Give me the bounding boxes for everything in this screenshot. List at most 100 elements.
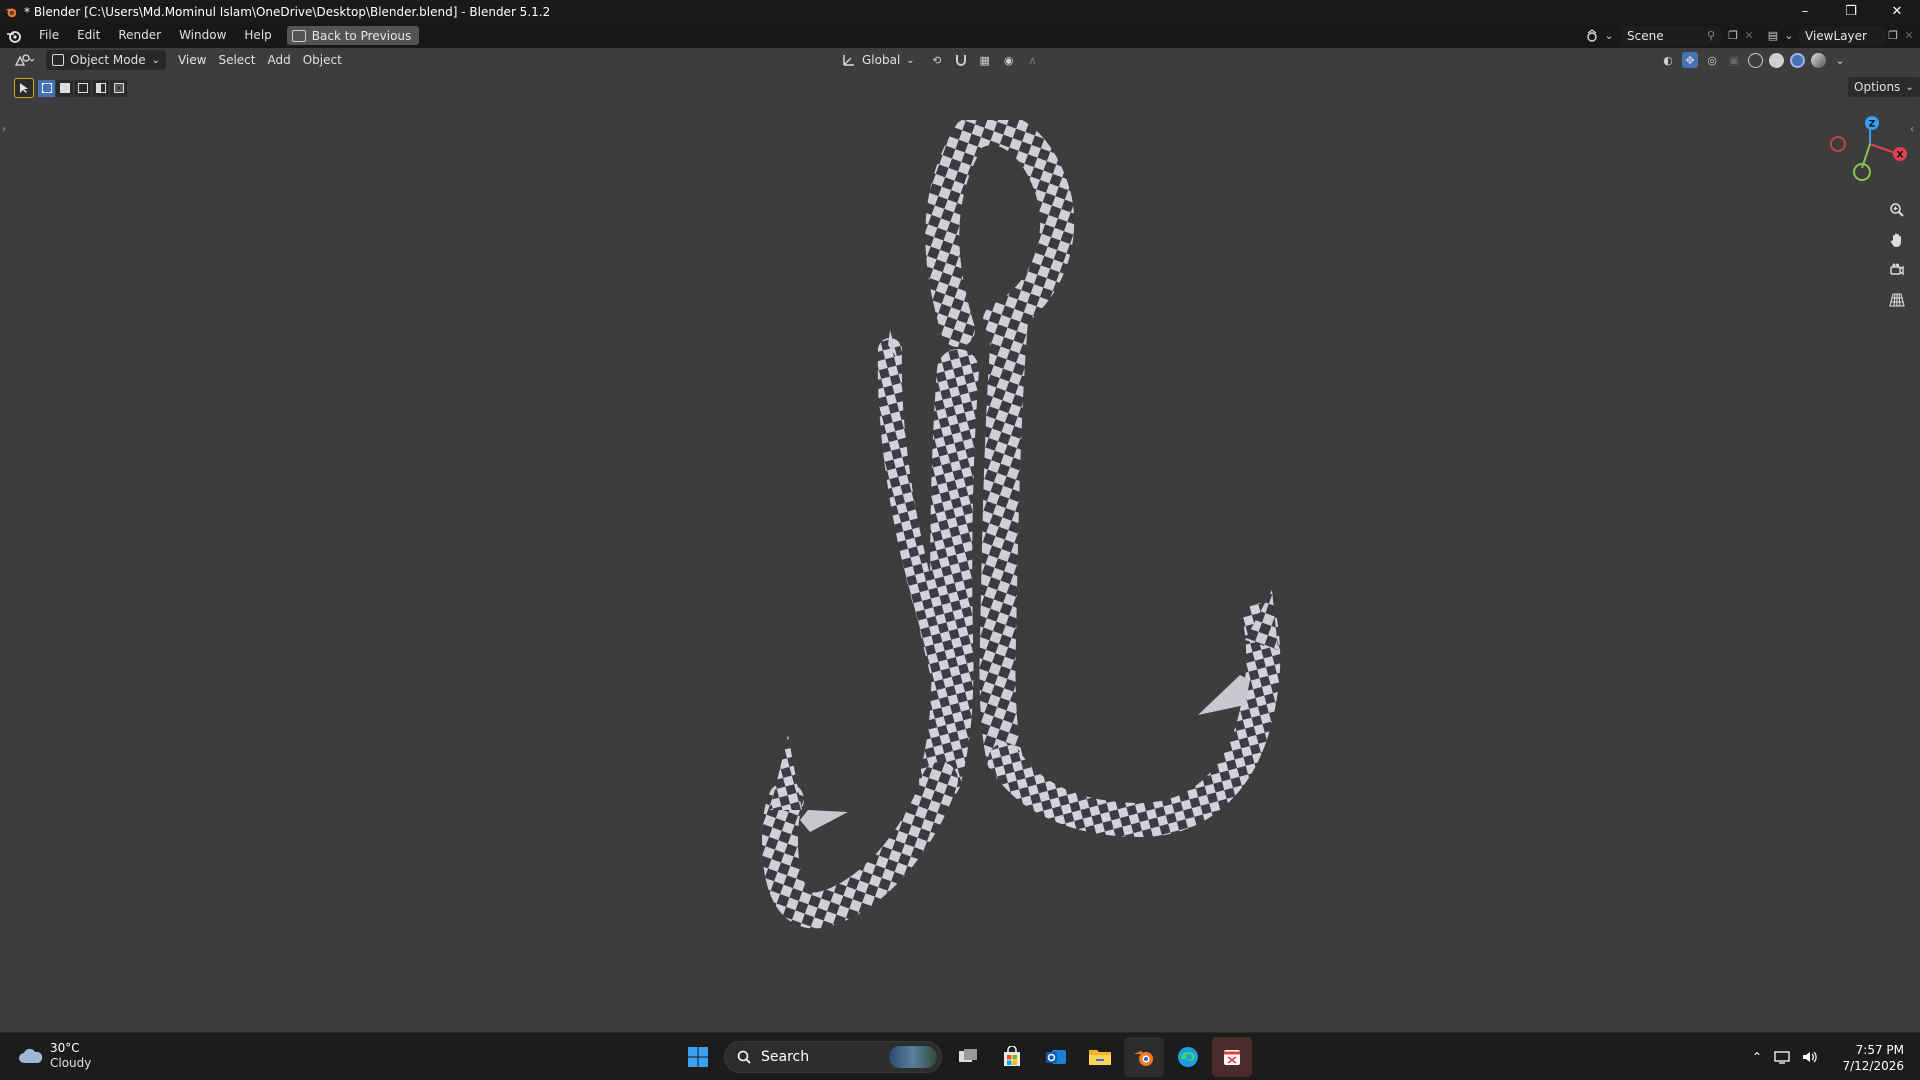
delete-scene-icon[interactable]: ✕ xyxy=(1741,28,1757,44)
menu-object[interactable]: Object xyxy=(297,50,348,70)
chevron-down-icon: ⌄ xyxy=(1905,81,1914,93)
top-menu-bar: File Edit Render Window Help Back to Pre… xyxy=(0,23,1920,48)
clock-date: 7/12/2026 xyxy=(1842,1059,1904,1073)
options-label: Options xyxy=(1854,80,1901,94)
select-mode-invert-icon[interactable] xyxy=(92,79,109,97)
blender-icon[interactable] xyxy=(1124,1037,1164,1077)
zoom-icon[interactable] xyxy=(1884,197,1910,223)
visibility-icon[interactable]: ◐ xyxy=(1660,52,1676,68)
menu-select[interactable]: Select xyxy=(212,50,261,70)
select-mode-set-icon[interactable] xyxy=(38,79,55,97)
menu-add[interactable]: Add xyxy=(262,50,297,70)
new-scene-icon[interactable]: ❐ xyxy=(1725,28,1741,44)
select-tool-icon[interactable] xyxy=(14,78,34,98)
back-to-previous-label: Back to Previous xyxy=(311,28,412,43)
delete-view-layer-icon[interactable]: ✕ xyxy=(1901,28,1917,44)
snipping-tool-icon[interactable] xyxy=(1212,1037,1252,1077)
minimize-button[interactable]: – xyxy=(1782,0,1828,23)
screen-back-icon xyxy=(291,29,306,42)
blender-menu-icon[interactable] xyxy=(6,28,22,44)
orientation-axes-icon xyxy=(843,55,854,66)
hook-shank-right xyxy=(979,302,1028,778)
weather-widget[interactable]: 30°C Cloudy xyxy=(18,1041,91,1071)
task-view-icon[interactable] xyxy=(948,1037,988,1077)
object-mode-label: Object Mode xyxy=(70,53,146,67)
z-axis-label: Z xyxy=(1869,120,1876,130)
pivot-point-icon[interactable]: ⟲ xyxy=(929,52,945,68)
new-view-layer-icon[interactable]: ❐ xyxy=(1885,28,1901,44)
navigation-gizmo[interactable]: Z X xyxy=(1818,112,1918,192)
options-dropdown[interactable]: Options ⌄ xyxy=(1848,77,1920,97)
wireframe-shading-icon[interactable] xyxy=(1748,52,1763,68)
network-icon[interactable] xyxy=(1774,1050,1790,1064)
proportional-editing-icon[interactable]: ◉ xyxy=(1001,52,1017,68)
clock-time: 7:57 PM xyxy=(1855,1043,1904,1057)
scene-browse-icon[interactable] xyxy=(1585,28,1601,44)
cloud-icon xyxy=(19,1048,43,1063)
taskbar-search[interactable]: Search xyxy=(724,1041,942,1073)
perspective-ortho-grid-icon[interactable] xyxy=(1884,287,1910,313)
taskbar-clock[interactable]: 7:57 PM 7/12/2026 xyxy=(1838,1042,1904,1074)
system-tray: ⌃ xyxy=(1752,1033,1818,1080)
select-mode-extend-icon[interactable] xyxy=(56,79,73,97)
search-icon xyxy=(737,1050,751,1064)
chevron-down-icon[interactable]: ⌄ xyxy=(1601,28,1617,44)
windows-taskbar: 30°C Cloudy Search ⌃ 7:57 PM 7/12/2026 xyxy=(0,1032,1920,1080)
volume-icon[interactable] xyxy=(1802,1050,1818,1064)
toolbar-expand-icon[interactable]: › xyxy=(2,124,6,135)
viewport-3d-model[interactable] xyxy=(700,120,1340,940)
rendered-shading-icon[interactable] xyxy=(1811,52,1826,68)
select-mode-intersect-icon[interactable] xyxy=(110,79,127,97)
taskbar-apps: Search xyxy=(678,1033,1256,1080)
snap-target-icon[interactable]: ▦ xyxy=(977,52,993,68)
menu-render[interactable]: Render xyxy=(109,23,170,48)
x-axis-label: X xyxy=(1897,151,1904,161)
camera-view-icon[interactable] xyxy=(1884,257,1910,283)
chevron-up-icon[interactable]: ⌃ xyxy=(1752,1050,1762,1064)
scene-selector-group: ⌄ Scene ⚲ ❐ ✕ ▤ ⌄ ViewLayer ❐ ✕ xyxy=(1585,25,1917,46)
view-layer-browse-icon[interactable]: ▤ xyxy=(1765,28,1781,44)
negative-x-axis-handle[interactable] xyxy=(1830,136,1846,152)
search-label: Search xyxy=(761,1049,810,1065)
chevron-down-icon[interactable]: ⌄ xyxy=(1781,28,1797,44)
select-mode-subtract-icon[interactable] xyxy=(74,79,91,97)
tool-settings-row xyxy=(14,77,128,99)
material-preview-shading-icon[interactable] xyxy=(1790,52,1805,68)
solid-shading-icon[interactable] xyxy=(1769,52,1784,68)
restore-button[interactable]: ❐ xyxy=(1828,0,1874,23)
hook-eye xyxy=(925,120,1075,347)
menu-help[interactable]: Help xyxy=(235,23,280,48)
outlook-icon[interactable] xyxy=(1036,1037,1076,1077)
edge-icon[interactable] xyxy=(1168,1037,1208,1077)
close-button[interactable]: ✕ xyxy=(1874,0,1920,23)
menu-file[interactable]: File xyxy=(30,23,68,48)
menu-view[interactable]: View xyxy=(172,50,212,70)
weather-temperature: 30°C xyxy=(50,1041,80,1055)
menu-edit[interactable]: Edit xyxy=(68,23,109,48)
overlay-toggle-icon[interactable]: ◎ xyxy=(1704,52,1720,68)
viewport-header-center: Global ⌄ ⟲ ▦ ◉ ∧ xyxy=(836,50,1041,70)
weather-condition: Cloudy xyxy=(50,1056,92,1070)
chevron-down-icon: ⌄ xyxy=(906,54,915,66)
scene-name-field[interactable]: Scene ⚲ xyxy=(1621,26,1721,45)
object-mode-icon xyxy=(52,54,64,66)
menu-window[interactable]: Window xyxy=(170,23,235,48)
editor-type-icon[interactable] xyxy=(8,50,40,70)
pan-hand-icon[interactable] xyxy=(1884,227,1910,253)
snap-toggle-icon[interactable] xyxy=(953,52,969,68)
start-icon[interactable] xyxy=(678,1037,718,1077)
pin-icon[interactable]: ⚲ xyxy=(1707,29,1715,42)
chevron-down-icon[interactable]: ⌄ xyxy=(1832,52,1848,68)
store-icon[interactable] xyxy=(992,1037,1032,1077)
transform-orientation-dropdown[interactable]: Global ⌄ xyxy=(836,50,921,70)
hook-barb-left xyxy=(800,810,848,832)
file-explorer-icon[interactable] xyxy=(1080,1037,1120,1077)
search-highlight-image xyxy=(889,1046,937,1068)
falloff-icon[interactable]: ∧ xyxy=(1025,52,1041,68)
xray-toggle-icon[interactable]: ▣ xyxy=(1726,52,1742,68)
object-mode-dropdown[interactable]: Object Mode ⌄ xyxy=(46,50,166,70)
back-to-previous-button[interactable]: Back to Previous xyxy=(286,26,420,45)
gizmo-toggle-icon[interactable]: ✥ xyxy=(1682,52,1698,68)
view-layer-field[interactable]: ViewLayer xyxy=(1799,26,1885,45)
transform-orientation-label: Global xyxy=(862,53,901,67)
